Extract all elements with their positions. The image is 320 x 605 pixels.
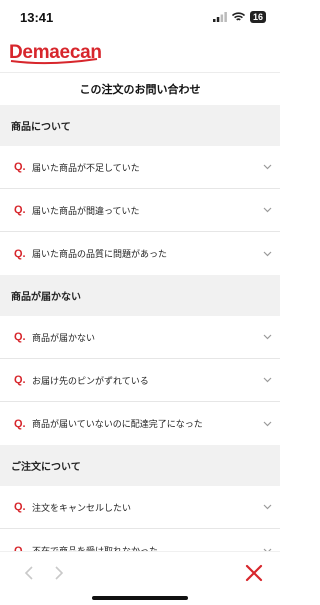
browser-toolbar xyxy=(0,551,280,605)
chevron-down-icon xyxy=(263,421,271,426)
question-marker: Q. xyxy=(14,374,26,386)
expand-chevron[interactable] xyxy=(262,419,272,429)
home-indicator xyxy=(92,596,188,600)
faq-question: 商品が届かない xyxy=(32,333,96,344)
question-marker: Q. xyxy=(14,331,26,343)
chevron-down-icon xyxy=(263,164,271,170)
page-title: この注文のお問い合わせ xyxy=(79,83,201,96)
chevron-down-icon xyxy=(263,207,271,213)
back-arrow-icon xyxy=(24,565,33,580)
faq-question: お届け先のピンがずれている xyxy=(32,376,149,387)
question-marker: Q. xyxy=(14,501,26,513)
expand-chevron[interactable] xyxy=(262,249,272,259)
faq-question: 届いた商品の品質に問題があった xyxy=(32,250,168,260)
forward-button[interactable] xyxy=(48,562,70,584)
forward-arrow-icon xyxy=(55,565,64,580)
faq-question: 届いた商品が不足していた xyxy=(32,163,140,174)
close-icon xyxy=(245,564,263,581)
signal-icon xyxy=(212,12,227,22)
faq-question: 届いた商品が間違っていた xyxy=(32,206,140,217)
expand-chevron[interactable] xyxy=(262,375,272,385)
expand-chevron[interactable] xyxy=(262,502,272,512)
section-title: 商品について xyxy=(11,122,71,133)
faq-item[interactable]: Q. 商品が届いていないのに配達完了になった xyxy=(0,402,280,445)
section-title: 商品が届かない xyxy=(11,292,81,303)
battery-indicator: 16 xyxy=(249,11,266,23)
section-header: 商品が届かない xyxy=(0,275,280,316)
section-header: 商品について xyxy=(0,105,280,146)
close-button[interactable] xyxy=(242,561,266,585)
wifi-icon xyxy=(231,12,245,21)
chevron-down-icon xyxy=(263,377,271,383)
status-time: 13:41 xyxy=(20,9,54,25)
status-bar: 13:41 16 xyxy=(0,0,280,34)
brand-logo: Demaecan xyxy=(9,42,102,65)
section-title: ご注文について xyxy=(11,462,81,473)
back-button[interactable] xyxy=(18,562,40,584)
question-marker: Q. xyxy=(14,247,26,260)
expand-chevron[interactable] xyxy=(262,162,272,172)
faq-question: 注文をキャンセルしたい xyxy=(32,503,132,514)
page-title-bar: この注文のお問い合わせ xyxy=(0,72,280,105)
chevron-down-icon xyxy=(263,334,271,340)
header: Demaecan xyxy=(0,34,280,72)
section-header: ご注文について xyxy=(0,445,280,486)
expand-chevron[interactable] xyxy=(262,205,272,215)
question-marker: Q. xyxy=(14,204,26,216)
faq-item[interactable]: Q. お届け先のピンがずれている xyxy=(0,359,280,402)
faq-item[interactable]: Q. 届いた商品が間違っていた xyxy=(0,189,280,232)
status-icons: 16 xyxy=(212,11,266,23)
faq-question: 商品が届いていないのに配達完了になった xyxy=(32,420,203,430)
expand-chevron[interactable] xyxy=(262,332,272,342)
faq-item[interactable]: Q. 注文をキャンセルしたい xyxy=(0,486,280,529)
chevron-down-icon xyxy=(263,251,271,256)
faq-item[interactable]: Q. 届いた商品が不足していた xyxy=(0,146,280,189)
question-marker: Q. xyxy=(14,161,26,173)
chevron-down-icon xyxy=(263,504,271,510)
faq-item[interactable]: Q. 商品が届かない xyxy=(0,316,280,359)
faq-list: 商品について Q. 届いた商品が不足していた Q. 届いた商品が間違っていた Q. 届いた商… xyxy=(0,105,280,572)
logo-swoosh-icon xyxy=(10,58,98,65)
faq-item[interactable]: Q. 届いた商品の品質に問題があった xyxy=(0,232,280,275)
question-marker: Q. xyxy=(14,417,26,430)
